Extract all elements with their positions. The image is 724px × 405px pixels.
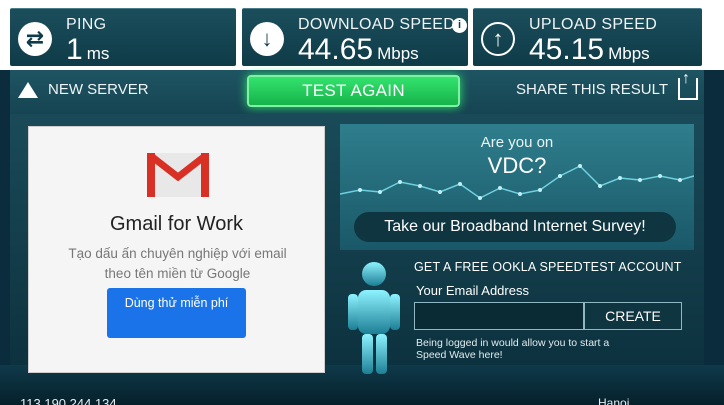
results-bar: ⇄ PING 1 ms ↓ DOWNLOAD SPEED i 44.65 Mbps … [0, 0, 724, 70]
share-label: SHARE THIS RESULT [516, 80, 668, 98]
ping-value: 1 [66, 33, 83, 66]
upload-value-row: 45.15 Mbps [529, 35, 650, 69]
share-icon [678, 70, 698, 100]
download-unit: Mbps [377, 44, 419, 63]
action-bar: NEW SERVER TEST AGAIN SHARE THIS RESULT [10, 70, 704, 114]
info-icon[interactable]: i [452, 18, 467, 33]
ip-address: 113.190.244.134 [20, 396, 117, 405]
test-again-button[interactable]: TEST AGAIN [247, 75, 460, 107]
upload-value: 45.15 [529, 33, 605, 66]
new-server-label: NEW SERVER [48, 81, 149, 98]
upload-panel: ↑ UPLOAD SPEED 45.15 Mbps [473, 8, 702, 66]
download-panel: ↓ DOWNLOAD SPEED i 44.65 Mbps [242, 8, 468, 66]
upload-arrow-icon: ↑ [481, 22, 515, 56]
upload-unit: Mbps [608, 44, 650, 63]
email-field[interactable] [414, 302, 584, 330]
new-server-button[interactable]: NEW SERVER [18, 81, 149, 98]
email-label: Your Email Address [416, 283, 529, 298]
gmail-logo-icon [147, 153, 209, 197]
download-arrow-icon: ↓ [250, 22, 284, 56]
gmail-ad[interactable]: Gmail for Work Tạo dấu ấn chuyên nghiệp … [28, 126, 325, 373]
ping-value-row: 1 ms [66, 35, 109, 69]
survey-button[interactable]: Take our Broadband Internet Survey! [354, 212, 676, 242]
account-panel: GET A FREE OOKLA SPEEDTEST ACCOUNT Your … [340, 250, 694, 380]
ping-label: PING [66, 16, 107, 33]
download-value: 44.65 [298, 33, 374, 66]
server-city: Hanoi [598, 396, 630, 405]
create-button[interactable]: CREATE [584, 302, 682, 330]
ad-description: Tạo dấu ấn chuyên nghiệp với email theo … [68, 246, 287, 281]
triangle-icon [18, 81, 38, 98]
upload-label: UPLOAD SPEED [529, 16, 658, 33]
ad-title: Gmail for Work [110, 213, 243, 235]
account-title: GET A FREE OOKLA SPEEDTEST ACCOUNT [414, 260, 682, 274]
survey-question: Are you on [480, 134, 554, 151]
account-note: Being logged in would allow you to start… [416, 337, 610, 361]
ping-arrows-icon: ⇄ [18, 22, 52, 56]
ping-panel: ⇄ PING 1 ms [10, 8, 236, 66]
ping-unit: ms [86, 44, 110, 63]
share-result-button[interactable]: SHARE THIS RESULT [516, 70, 698, 100]
download-value-row: 44.65 Mbps [298, 35, 419, 69]
survey-panel: Are you on VDC? Take our Broadband Inter… [340, 124, 694, 250]
ad-trial-button[interactable]: Dùng thử miễn phí [107, 288, 246, 338]
download-label: DOWNLOAD SPEED [298, 16, 456, 33]
person-figure-icon [348, 262, 400, 374]
